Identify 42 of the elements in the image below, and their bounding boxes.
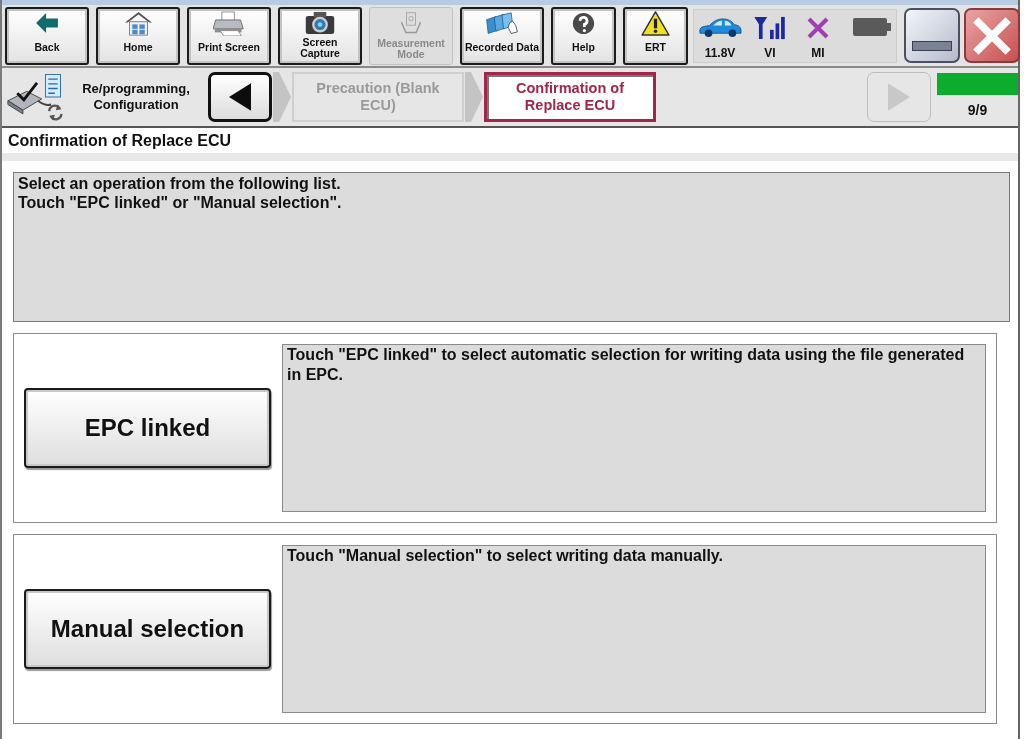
toolbar-button[interactable]: ERT — [623, 6, 688, 65]
home-icon — [124, 10, 152, 36]
close-icon — [973, 16, 1011, 55]
left-triangle-icon — [229, 83, 251, 111]
close-button[interactable] — [964, 8, 1020, 63]
message-line: Touch "EPC linked" or "Manual selection". — [18, 193, 343, 212]
toolbar-button[interactable]: Back — [5, 6, 89, 65]
page-title: Confirmation of Replace ECU — [2, 128, 1018, 153]
description-box: Touch "EPC linked" to select automatic selection for writing data using the file generated in EPC. — [282, 344, 986, 512]
toolbar-button[interactable]: Screen Capture — [278, 6, 362, 65]
option-button[interactable]: Manual selection — [24, 589, 271, 669]
battery-icon — [853, 17, 891, 36]
right-triangle-icon — [888, 83, 910, 111]
signal-icon — [754, 15, 786, 40]
toolbar-button[interactable]: Recorded Data — [460, 6, 544, 65]
warning-icon — [641, 10, 670, 36]
chevron-icon — [273, 72, 291, 122]
message-line: Select an operation from the following list. — [18, 174, 342, 193]
help-icon — [572, 11, 595, 35]
previous-step-button[interactable] — [208, 72, 272, 122]
folders-icon — [485, 11, 519, 35]
printer-icon — [213, 10, 245, 36]
toolbar-button[interactable]: Home — [96, 6, 180, 65]
section-label: Re/programming, Configuration — [81, 81, 191, 113]
camera-icon — [305, 11, 335, 35]
status-label: MI — [811, 44, 825, 61]
back-arrow-icon — [36, 13, 58, 33]
toolbar-button[interactable]: Help — [551, 6, 616, 65]
device-icon — [400, 12, 422, 34]
car-icon — [698, 17, 742, 38]
minimize-button[interactable] — [904, 8, 960, 63]
chevron-icon — [465, 72, 483, 122]
progress-step: Confirmation of Replace ECU — [484, 72, 656, 122]
description-box: Touch "Manual selection" to select writing data manually. — [282, 545, 986, 713]
progress-reading: 9/9 — [967, 102, 988, 118]
status-label: 11.8V — [704, 44, 736, 61]
status-label: VI — [764, 44, 776, 61]
toolbar-button[interactable]: Print Screen — [187, 6, 271, 65]
minimize-icon — [912, 41, 952, 51]
option-button[interactable]: EPC linked — [24, 388, 271, 468]
progress-step: Precaution (Blank ECU) — [292, 72, 464, 122]
cross-icon — [807, 16, 829, 39]
